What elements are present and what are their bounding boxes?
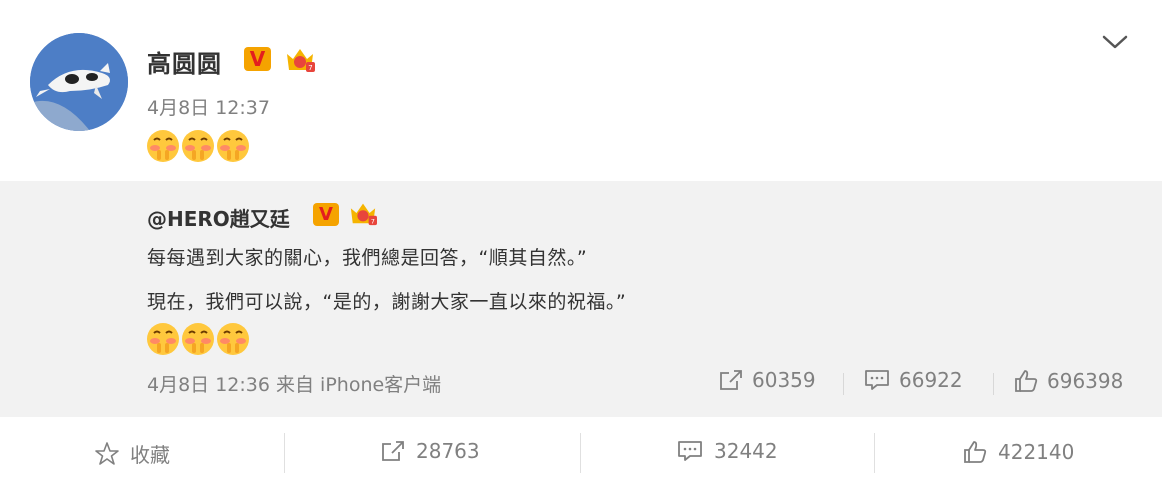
like-button[interactable]: 422140 <box>962 439 1074 465</box>
divider <box>284 433 285 473</box>
repost-meta: 4月8日 12:36 来自 iPhone客户端 <box>147 374 442 396</box>
repost-repost-count-label: 60359 <box>752 368 816 392</box>
post-timestamp[interactable]: 4月8日 12:37 <box>147 93 270 120</box>
comment-button[interactable]: 32442 <box>676 439 778 463</box>
repost-count-label: 28763 <box>416 439 480 463</box>
repost-repost-count[interactable]: 60359 <box>718 368 816 392</box>
shy-emoji-icon <box>147 323 179 355</box>
repost-text-line-2: 現在，我們可以說，“是的，謝謝大家一直以來的祝福。” <box>147 291 627 313</box>
action-bar: 收藏 28763 32442 422140 <box>0 417 1162 483</box>
crown-vip-icon: 7 <box>350 203 377 225</box>
repost-text-line-1: 每每遇到大家的關心，我們總是回答，“順其自然。” <box>147 247 588 269</box>
repost-comment-count[interactable]: 66922 <box>863 368 963 392</box>
reposted-content[interactable]: @HERO趙又廷 V 7 每每遇到大家的關心，我們總是回答，“順其自然。” 現在… <box>0 181 1162 417</box>
repost-emoji-row <box>145 321 250 357</box>
like-count-label: 422140 <box>998 440 1075 464</box>
repost-author-name[interactable]: @HERO趙又廷 <box>147 203 290 232</box>
divider <box>580 433 581 473</box>
verified-badge-icon: V <box>244 47 271 71</box>
shy-emoji-icon <box>182 130 214 162</box>
shy-emoji-icon <box>147 130 179 162</box>
verified-badge-icon: V <box>313 203 339 226</box>
thumbs-up-icon <box>1015 370 1038 392</box>
share-icon <box>382 441 404 461</box>
svg-text:7: 7 <box>308 64 312 72</box>
shy-emoji-icon <box>217 323 249 355</box>
chevron-down-icon[interactable] <box>1100 30 1130 54</box>
divider <box>874 433 875 473</box>
repost-like-count-label: 696398 <box>1047 369 1124 393</box>
favorite-label: 收藏 <box>130 443 170 467</box>
favorite-button[interactable]: 收藏 <box>94 439 170 468</box>
author-name[interactable]: 高圆圆 <box>147 44 222 79</box>
thumbs-up-icon <box>964 441 987 463</box>
comment-icon <box>865 370 889 390</box>
weibo-post: 高圆圆 V 7 4月8日 12:37 @HERO趙又廷 V 7 每每遇到大家的關… <box>0 0 1162 483</box>
share-icon <box>720 370 742 390</box>
divider <box>843 373 844 395</box>
shy-emoji-icon <box>182 323 214 355</box>
divider <box>993 373 994 395</box>
repost-button[interactable]: 28763 <box>380 439 480 463</box>
star-icon <box>95 441 119 465</box>
post-emoji-row <box>145 128 250 164</box>
svg-text:7: 7 <box>371 217 375 225</box>
author-avatar[interactable] <box>30 33 128 131</box>
repost-like-count[interactable]: 696398 <box>1013 368 1123 394</box>
comment-icon <box>678 441 702 461</box>
shy-emoji-icon <box>217 130 249 162</box>
repost-comment-count-label: 66922 <box>899 368 963 392</box>
crown-vip-icon: 7 <box>287 49 315 72</box>
comment-count-label: 32442 <box>714 439 778 463</box>
